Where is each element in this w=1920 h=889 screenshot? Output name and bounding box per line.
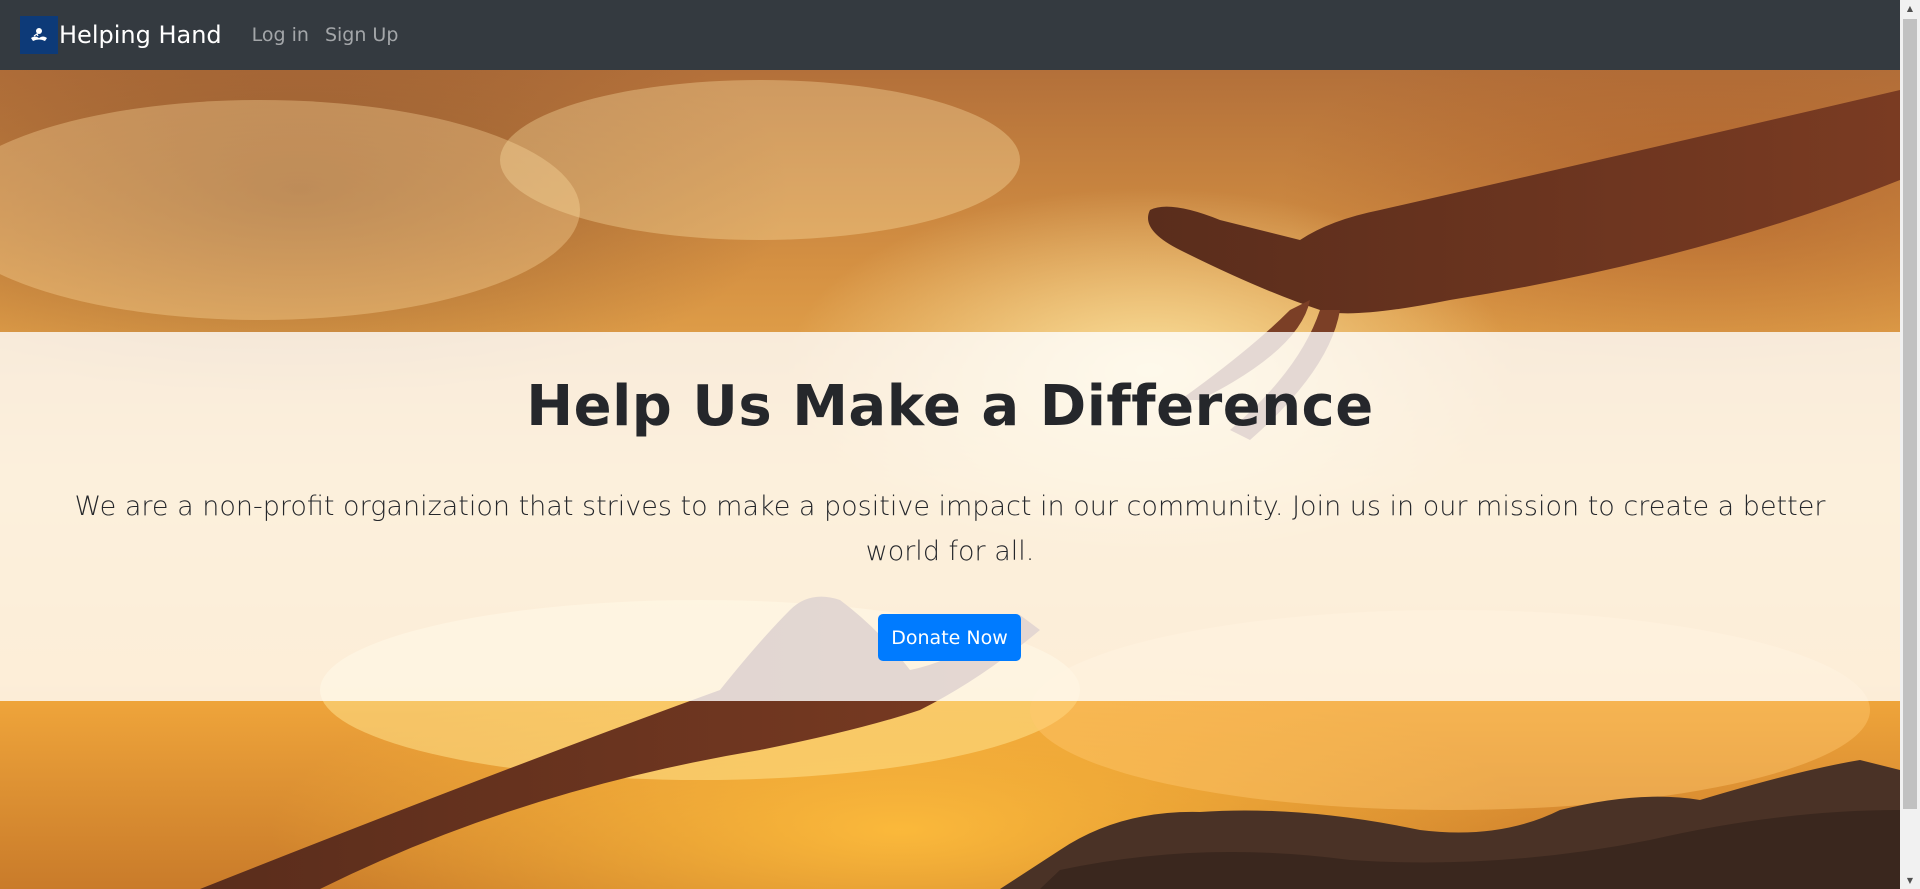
- vertical-scrollbar[interactable]: ▲ ▼: [1900, 0, 1920, 889]
- hero-overlay-band: Help Us Make a Difference We are a non-p…: [0, 332, 1900, 701]
- brand-name: Helping Hand: [59, 21, 222, 49]
- scroll-up-arrow-icon[interactable]: ▲: [1900, 0, 1920, 17]
- scroll-down-arrow-icon[interactable]: ▼: [1900, 872, 1920, 889]
- login-link[interactable]: Log in: [252, 24, 309, 46]
- top-navbar: Helping Hand Log in Sign Up: [0, 0, 1900, 70]
- signup-link[interactable]: Sign Up: [325, 24, 398, 46]
- hero-lead-text: We are a non-profit organization that st…: [74, 491, 1826, 567]
- hero-title: Help Us Make a Difference: [526, 374, 1374, 439]
- helping-hand-logo-icon: [20, 16, 58, 54]
- donate-now-button[interactable]: Donate Now: [878, 614, 1021, 661]
- brand-link[interactable]: Helping Hand: [20, 16, 222, 54]
- page: Helping Hand Log in Sign Up Help Us Make…: [0, 0, 1920, 889]
- scrollbar-thumb[interactable]: [1903, 19, 1917, 809]
